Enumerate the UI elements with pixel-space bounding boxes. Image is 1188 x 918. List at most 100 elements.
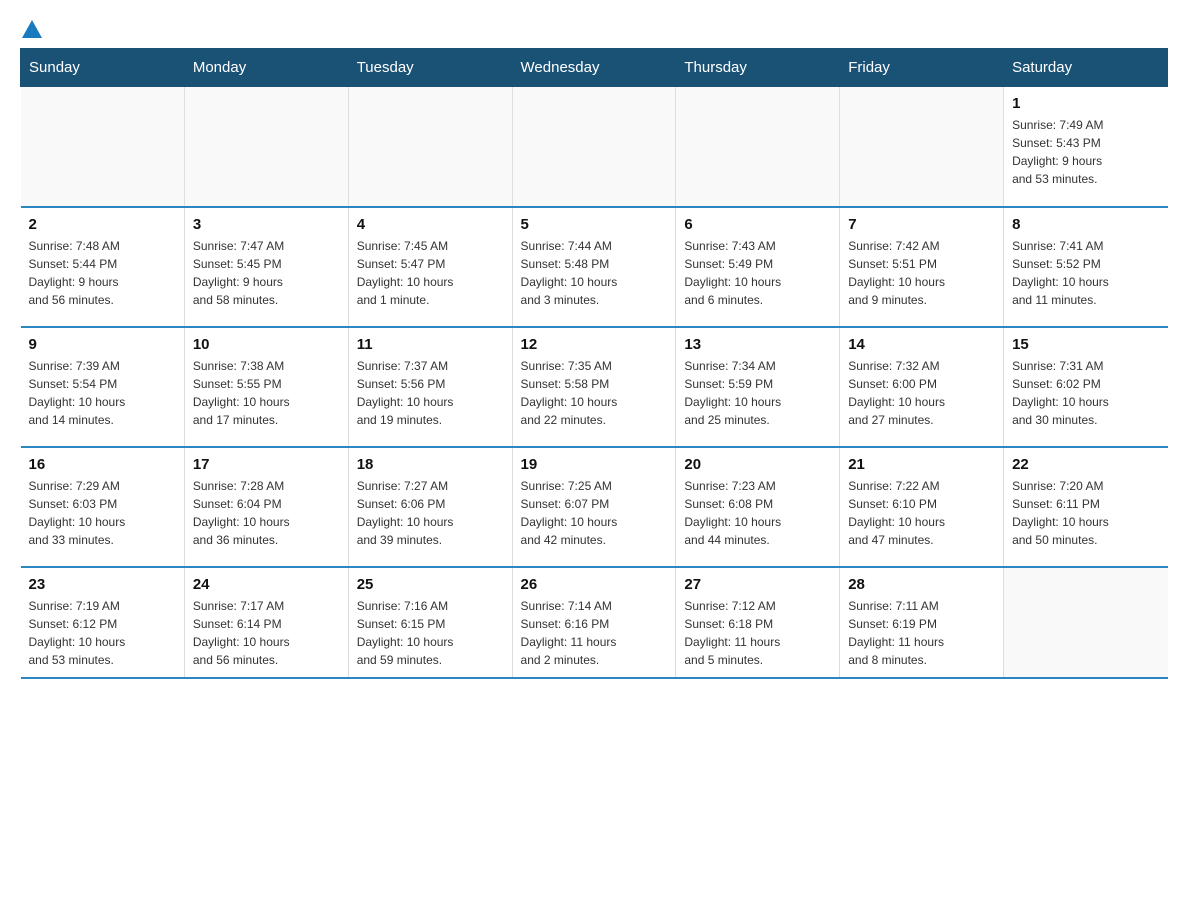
day-info: Sunrise: 7:12 AM Sunset: 6:18 PM Dayligh… [684,597,831,669]
day-info: Sunrise: 7:44 AM Sunset: 5:48 PM Dayligh… [521,237,668,309]
calendar-cell: 17 Sunrise: 7:28 AM Sunset: 6:04 PM Dayli… [184,447,348,567]
day-number: 4 [357,216,504,233]
calendar-cell: 14 Sunrise: 7:32 AM Sunset: 6:00 PM Dayli… [840,327,1004,447]
calendar-cell [1004,567,1168,678]
day-number: 28 [848,576,995,593]
calendar-cell: 7 Sunrise: 7:42 AM Sunset: 5:51 PM Daylig… [840,207,1004,327]
day-number: 24 [193,576,340,593]
day-number: 15 [1012,336,1159,353]
calendar-cell: 1 Sunrise: 7:49 AM Sunset: 5:43 PM Daylig… [1004,87,1168,207]
day-info: Sunrise: 7:38 AM Sunset: 5:55 PM Dayligh… [193,357,340,429]
calendar-cell [512,87,676,207]
day-info: Sunrise: 7:14 AM Sunset: 6:16 PM Dayligh… [521,597,668,669]
day-number: 25 [357,576,504,593]
day-number: 7 [848,216,995,233]
calendar-cell [21,87,185,207]
day-number: 23 [29,576,176,593]
day-number: 9 [29,336,176,353]
calendar-cell: 19 Sunrise: 7:25 AM Sunset: 6:07 PM Dayli… [512,447,676,567]
day-info: Sunrise: 7:23 AM Sunset: 6:08 PM Dayligh… [684,477,831,549]
day-info: Sunrise: 7:45 AM Sunset: 5:47 PM Dayligh… [357,237,504,309]
day-info: Sunrise: 7:48 AM Sunset: 5:44 PM Dayligh… [29,237,176,309]
day-number: 5 [521,216,668,233]
day-number: 22 [1012,456,1159,473]
day-info: Sunrise: 7:49 AM Sunset: 5:43 PM Dayligh… [1012,116,1159,188]
calendar-cell: 3 Sunrise: 7:47 AM Sunset: 5:45 PM Daylig… [184,207,348,327]
day-info: Sunrise: 7:17 AM Sunset: 6:14 PM Dayligh… [193,597,340,669]
calendar-cell: 4 Sunrise: 7:45 AM Sunset: 5:47 PM Daylig… [348,207,512,327]
calendar-cell: 13 Sunrise: 7:34 AM Sunset: 5:59 PM Dayli… [676,327,840,447]
calendar-cell: 22 Sunrise: 7:20 AM Sunset: 6:11 PM Dayli… [1004,447,1168,567]
calendar-header-row: SundayMondayTuesdayWednesdayThursdayFrid… [21,49,1168,87]
calendar-cell: 12 Sunrise: 7:35 AM Sunset: 5:58 PM Dayli… [512,327,676,447]
calendar-cell: 11 Sunrise: 7:37 AM Sunset: 5:56 PM Dayli… [348,327,512,447]
day-info: Sunrise: 7:34 AM Sunset: 5:59 PM Dayligh… [684,357,831,429]
calendar-cell: 6 Sunrise: 7:43 AM Sunset: 5:49 PM Daylig… [676,207,840,327]
day-number: 27 [684,576,831,593]
calendar-cell: 8 Sunrise: 7:41 AM Sunset: 5:52 PM Daylig… [1004,207,1168,327]
calendar-header-monday: Monday [184,49,348,87]
calendar-header-thursday: Thursday [676,49,840,87]
calendar-cell: 15Sunrise: 7:31 AM Sunset: 6:02 PM Dayli… [1004,327,1168,447]
day-info: Sunrise: 7:11 AM Sunset: 6:19 PM Dayligh… [848,597,995,669]
calendar-cell: 27 Sunrise: 7:12 AM Sunset: 6:18 PM Dayli… [676,567,840,678]
calendar-cell: 25 Sunrise: 7:16 AM Sunset: 6:15 PM Dayli… [348,567,512,678]
day-info: Sunrise: 7:37 AM Sunset: 5:56 PM Dayligh… [357,357,504,429]
calendar-cell: 5 Sunrise: 7:44 AM Sunset: 5:48 PM Daylig… [512,207,676,327]
day-number: 11 [357,336,504,353]
logo-triangle-icon [22,20,42,38]
day-info: Sunrise: 7:29 AM Sunset: 6:03 PM Dayligh… [29,477,176,549]
calendar-cell [348,87,512,207]
day-info: Sunrise: 7:20 AM Sunset: 6:11 PM Dayligh… [1012,477,1159,549]
page-header [20,20,1168,38]
calendar-header-sunday: Sunday [21,49,185,87]
calendar-header-wednesday: Wednesday [512,49,676,87]
day-number: 19 [521,456,668,473]
calendar-cell: 16 Sunrise: 7:29 AM Sunset: 6:03 PM Dayli… [21,447,185,567]
calendar-cell [676,87,840,207]
day-number: 17 [193,456,340,473]
day-number: 6 [684,216,831,233]
day-number: 14 [848,336,995,353]
day-number: 1 [1012,95,1159,112]
day-info: Sunrise: 7:43 AM Sunset: 5:49 PM Dayligh… [684,237,831,309]
calendar-cell: 20 Sunrise: 7:23 AM Sunset: 6:08 PM Dayli… [676,447,840,567]
calendar-week-row: 23 Sunrise: 7:19 AM Sunset: 6:12 PM Dayli… [21,567,1168,678]
day-info: Sunrise: 7:22 AM Sunset: 6:10 PM Dayligh… [848,477,995,549]
day-info: Sunrise: 7:39 AM Sunset: 5:54 PM Dayligh… [29,357,176,429]
calendar-cell: 2Sunrise: 7:48 AM Sunset: 5:44 PM Daylig… [21,207,185,327]
day-number: 13 [684,336,831,353]
day-info: Sunrise: 7:32 AM Sunset: 6:00 PM Dayligh… [848,357,995,429]
day-info: Sunrise: 7:27 AM Sunset: 6:06 PM Dayligh… [357,477,504,549]
calendar-cell: 28 Sunrise: 7:11 AM Sunset: 6:19 PM Dayli… [840,567,1004,678]
day-info: Sunrise: 7:28 AM Sunset: 6:04 PM Dayligh… [193,477,340,549]
day-info: Sunrise: 7:16 AM Sunset: 6:15 PM Dayligh… [357,597,504,669]
day-info: Sunrise: 7:19 AM Sunset: 6:12 PM Dayligh… [29,597,176,669]
day-number: 18 [357,456,504,473]
calendar-cell: 10Sunrise: 7:38 AM Sunset: 5:55 PM Dayli… [184,327,348,447]
calendar-week-row: 1 Sunrise: 7:49 AM Sunset: 5:43 PM Daylig… [21,87,1168,207]
calendar-header-friday: Friday [840,49,1004,87]
day-number: 8 [1012,216,1159,233]
calendar-cell [840,87,1004,207]
day-number: 3 [193,216,340,233]
day-number: 12 [521,336,668,353]
day-number: 20 [684,456,831,473]
day-info: Sunrise: 7:42 AM Sunset: 5:51 PM Dayligh… [848,237,995,309]
logo [20,20,42,38]
calendar-cell: 26 Sunrise: 7:14 AM Sunset: 6:16 PM Dayli… [512,567,676,678]
day-info: Sunrise: 7:25 AM Sunset: 6:07 PM Dayligh… [521,477,668,549]
calendar-cell [184,87,348,207]
calendar-cell: 24 Sunrise: 7:17 AM Sunset: 6:14 PM Dayli… [184,567,348,678]
day-info: Sunrise: 7:41 AM Sunset: 5:52 PM Dayligh… [1012,237,1159,309]
calendar-header-saturday: Saturday [1004,49,1168,87]
calendar-table: SundayMondayTuesdayWednesdayThursdayFrid… [20,48,1168,679]
calendar-cell: 9 Sunrise: 7:39 AM Sunset: 5:54 PM Daylig… [21,327,185,447]
day-info: Sunrise: 7:35 AM Sunset: 5:58 PM Dayligh… [521,357,668,429]
calendar-week-row: 16 Sunrise: 7:29 AM Sunset: 6:03 PM Dayli… [21,447,1168,567]
calendar-cell: 23 Sunrise: 7:19 AM Sunset: 6:12 PM Dayli… [21,567,185,678]
day-info: Sunrise: 7:47 AM Sunset: 5:45 PM Dayligh… [193,237,340,309]
calendar-week-row: 2Sunrise: 7:48 AM Sunset: 5:44 PM Daylig… [21,207,1168,327]
day-number: 16 [29,456,176,473]
day-number: 26 [521,576,668,593]
